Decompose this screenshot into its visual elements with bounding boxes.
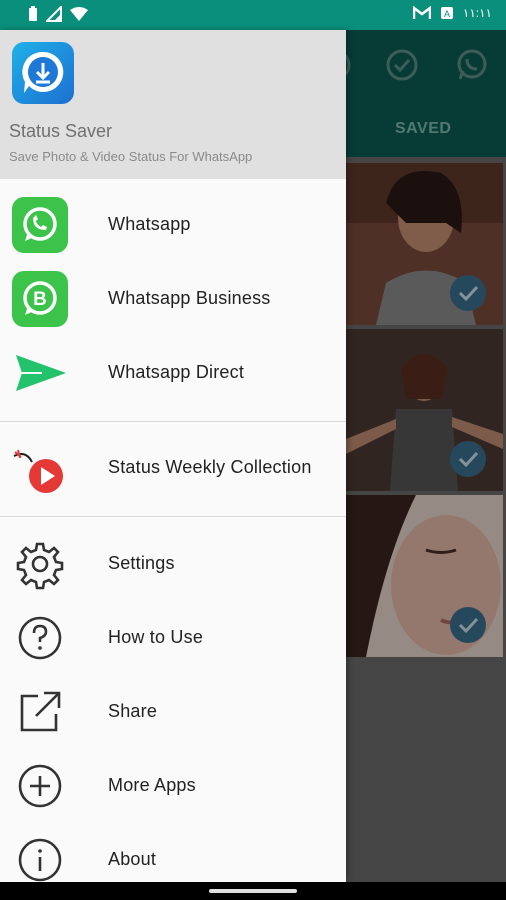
drawer-header: Status Saver Save Photo & Video Status F… (0, 30, 346, 179)
drawer-title: Status Saver (9, 121, 113, 141)
menu-item-share[interactable]: Share (0, 677, 346, 747)
app-logo-icon (12, 42, 74, 104)
battery-icon (29, 6, 37, 21)
svg-text:B: B (33, 289, 47, 310)
menu-item-label: Settings (108, 553, 175, 573)
menu-item-label: More Apps (108, 775, 196, 795)
scrim-overlay[interactable] (346, 30, 506, 882)
menu-item-settings[interactable]: Settings (0, 529, 346, 599)
help-icon (18, 616, 62, 660)
clock: ١١:١١ (462, 6, 492, 20)
drawer-subtitle: Save Photo & Video Status For WhatsApp (9, 149, 253, 164)
status-bar: A ١١:١١ (0, 0, 506, 30)
system-navigation-bar (0, 882, 506, 900)
gear-icon (16, 542, 64, 590)
home-gesture-handle[interactable] (209, 889, 297, 893)
menu-item-label: Whatsapp Business (108, 288, 271, 308)
menu-item-label: Whatsapp Direct (108, 362, 245, 382)
menu-item-whatsapp[interactable]: Whatsapp (0, 190, 346, 260)
menu-item-label: Share (108, 701, 158, 721)
status-icons-left (28, 6, 88, 22)
menu-item-label: Status Weekly Collection (108, 457, 312, 477)
menu-item-status-weekly-collection[interactable]: Status Weekly Collection (0, 433, 346, 503)
navigation-drawer: Status Saver Save Photo & Video Status F… (0, 30, 346, 882)
gmail-icon (412, 6, 431, 19)
info-icon (18, 838, 62, 882)
menu-item-whatsapp-direct[interactable]: Whatsapp Direct (0, 338, 346, 408)
video-play-icon (13, 449, 63, 493)
menu-item-how-to-use[interactable]: How to Use (0, 603, 346, 673)
divider (0, 516, 346, 517)
share-icon (20, 691, 61, 732)
menu-item-label: About (108, 849, 157, 869)
status-icons-right: A ١١:١١ (412, 6, 492, 20)
svg-text:A: A (444, 9, 450, 19)
menu-item-label: Whatsapp (108, 214, 191, 234)
notification-icon: A (440, 7, 453, 19)
signal-icon (46, 6, 62, 22)
whatsapp-icon (12, 197, 68, 253)
menu-item-more-apps[interactable]: More Apps (0, 751, 346, 821)
add-circle-icon (18, 764, 62, 808)
whatsapp-business-icon: B (12, 271, 68, 327)
wifi-icon (70, 7, 88, 21)
menu-item-label: How to Use (108, 627, 204, 647)
divider (0, 421, 346, 422)
send-icon (16, 355, 66, 391)
menu-item-whatsapp-business[interactable]: B Whatsapp Business (0, 264, 346, 334)
